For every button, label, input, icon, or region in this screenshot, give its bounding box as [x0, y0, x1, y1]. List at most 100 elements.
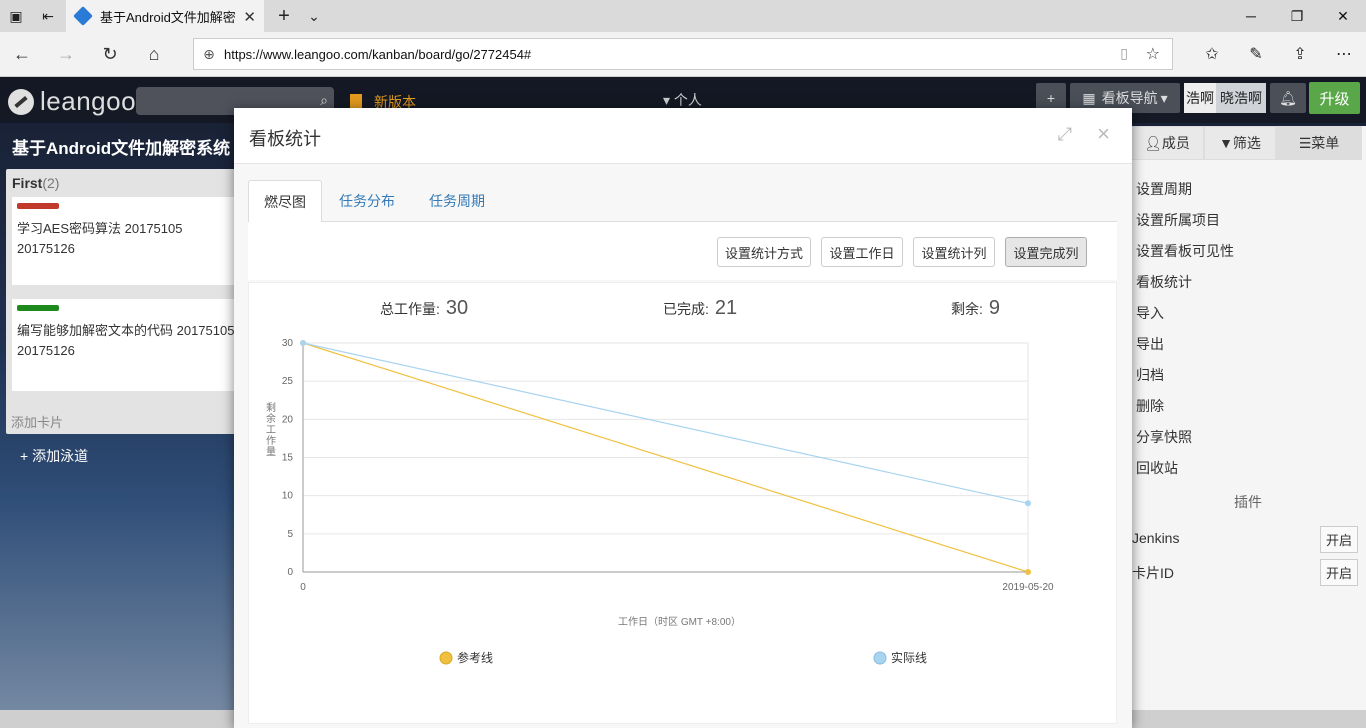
card[interactable]: 学习AES密码算法 20175105 20175126 — [12, 197, 242, 285]
y-tick-label: 20 — [282, 414, 294, 425]
browser-tab-title: 基于Android文件加解密 — [100, 9, 236, 25]
plus-icon: + — [20, 448, 29, 464]
plugin-card-id: 卡片ID 开启 — [1132, 559, 1362, 586]
restore-icon[interactable]: ❐ — [1274, 0, 1320, 32]
share-icon[interactable]: ⇪ — [1280, 38, 1320, 70]
legend-label: 参考线 — [457, 650, 493, 665]
y-tick-label: 5 — [287, 529, 293, 540]
card-label-bar — [17, 203, 59, 209]
expand-icon[interactable]: ⤢ — [1058, 124, 1072, 145]
modal-title: 看板统计 — [249, 129, 321, 149]
burndown-panel: 总工作量: 30 已完成: 21 剩余: 9 0 5 10 15 20 25 30 0 2019… — [248, 282, 1117, 724]
enable-button[interactable]: 开启 — [1319, 559, 1358, 586]
menu-item-visibility[interactable]: 设置看板可见性 — [1136, 241, 1234, 261]
grid-icon: ▦ — [1082, 89, 1096, 106]
new-tab-icon[interactable]: + — [268, 0, 300, 32]
card[interactable]: 编写能够加解密文本的代码 20175105 20175126 — [12, 299, 242, 391]
legend-marker — [439, 651, 453, 665]
x-tick-label: 2019-05-20 — [1002, 582, 1054, 593]
menu-item-board-stats[interactable]: 看板统计 — [1136, 272, 1192, 292]
menu-item-export[interactable]: 导出 — [1136, 334, 1164, 354]
tab-task-cycle[interactable]: 任务周期 — [414, 180, 500, 222]
tab-filter-label: 筛选 — [1232, 135, 1261, 151]
upgrade-button[interactable]: 升级 — [1309, 82, 1360, 114]
tab-actions-icon[interactable]: ▣ — [0, 0, 32, 32]
series-line — [302, 342, 1029, 504]
set-workday-button[interactable]: 设置工作日 — [821, 237, 903, 267]
lane-count: (2) — [42, 175, 60, 191]
right-panel-tabs: 👤︎ 成员 ▼ 筛选 ☰ 菜单 — [1130, 126, 1366, 160]
menu-icon: ☰ — [1298, 134, 1312, 151]
url-field[interactable]: ⊕ https://www.leangoo.com/kanban/board/g… — [193, 38, 1173, 70]
minimize-icon[interactable]: ─ — [1228, 0, 1274, 32]
add-lane-link[interactable]: + 添加泳道 — [20, 446, 88, 466]
tab-list-chevron-icon[interactable]: ⌄ — [298, 0, 330, 32]
set-done-column-button[interactable]: 设置完成列 — [1005, 237, 1087, 267]
board-stats-modal: 看板统计 ⤢ × 燃尽图 任务分布 任务周期 设置统计方式 设置工作日 设置统计… — [234, 108, 1132, 728]
menu-item-delete[interactable]: 删除 — [1136, 396, 1164, 416]
modal-header: 看板统计 ⤢ × — [234, 108, 1132, 164]
forward-icon[interactable]: → — [48, 38, 84, 70]
url-text: https://www.leangoo.com/kanban/board/go/… — [224, 46, 532, 62]
favorites-icon[interactable]: ✩ — [1192, 38, 1232, 70]
user-icon: 👤︎ — [1144, 134, 1162, 151]
leangoo-logo[interactable]: leangoo — [8, 86, 136, 117]
tab-members[interactable]: 👤︎ 成员 — [1130, 126, 1204, 160]
more-icon[interactable]: ⋯ — [1324, 38, 1364, 70]
lane-header[interactable]: First(2) — [12, 175, 59, 191]
board-nav-label: 看板导航 — [1101, 90, 1158, 106]
tab-task-distribution[interactable]: 任务分布 — [324, 180, 410, 222]
personal-dropdown[interactable]: ▾ 个人 — [663, 90, 702, 110]
browser-tab-bar: ▣ ⇤ 基于Android文件加解密 ✕ + ⌄ ─ ❐ ✕ — [0, 0, 1366, 32]
board-title: 基于Android文件加解密系统 — [12, 139, 231, 158]
plugin-jenkins: Jenkins 开启 — [1132, 526, 1362, 553]
y-tick-label: 10 — [282, 491, 294, 502]
legend-label: 实际线 — [891, 650, 927, 665]
pen-icon[interactable]: ✎ — [1236, 38, 1276, 70]
filter-icon: ▼ — [1219, 135, 1233, 151]
swimlane-first: First(2) 学习AES密码算法 20175105 20175126 编写能… — [6, 169, 246, 434]
plugin-name: Jenkins — [1132, 530, 1180, 546]
tab-burndown[interactable]: 燃尽图 — [248, 180, 322, 223]
logo-text: leangoo — [40, 86, 137, 116]
user-name[interactable]: 晓浩啊 — [1216, 83, 1266, 113]
avatar[interactable]: 浩啊 — [1184, 83, 1216, 113]
data-point — [300, 340, 306, 346]
close-icon[interactable]: × — [1097, 121, 1110, 147]
tabs-aside-icon[interactable]: ⇤ — [32, 0, 64, 32]
x-axis-label: 工作日（时区 GMT +8:00） — [618, 616, 741, 628]
set-stat-column-button[interactable]: 设置统计列 — [913, 237, 995, 267]
reading-view-icon[interactable]: ▯ — [1120, 45, 1128, 62]
bell-icon[interactable]: 🔔︎ — [1270, 83, 1306, 113]
y-tick-label: 25 — [282, 376, 294, 387]
favorite-star-icon[interactable]: ☆ — [1146, 44, 1160, 64]
menu-item-import[interactable]: 导入 — [1136, 303, 1164, 323]
close-tab-icon[interactable]: ✕ — [243, 8, 256, 26]
y-tick-label: 0 — [287, 567, 293, 578]
leangoo-logo-icon — [8, 88, 34, 115]
legend-marker — [873, 651, 887, 665]
enable-button[interactable]: 开启 — [1319, 526, 1358, 553]
window-close-icon[interactable]: ✕ — [1320, 0, 1366, 32]
refresh-icon[interactable]: ↻ — [92, 38, 128, 70]
add-card-link[interactable]: 添加卡片 — [11, 412, 63, 431]
menu-item-set-cycle[interactable]: 设置周期 — [1136, 179, 1192, 199]
search-icon[interactable]: ⌕ — [320, 92, 328, 109]
lane-name: First — [12, 175, 43, 191]
browser-tab[interactable]: 基于Android文件加解密 ✕ — [66, 0, 264, 32]
menu-item-set-project[interactable]: 设置所属项目 — [1136, 210, 1220, 230]
tab-menu[interactable]: ☰ 菜单 — [1276, 126, 1362, 160]
y-axis-label: 剩余工作量 — [266, 401, 276, 458]
home-icon[interactable]: ⌂ — [136, 38, 172, 70]
add-lane-label: 添加泳道 — [32, 448, 89, 464]
plugins-heading: 插件 — [1234, 494, 1262, 510]
set-stat-method-button[interactable]: 设置统计方式 — [717, 237, 811, 267]
right-menu-panel: 👤︎ 成员 ▼ 筛选 ☰ 菜单 设置周期 设置所属项目 设置看板可见性 看板统计 导入… — [1130, 126, 1366, 716]
menu-item-archive[interactable]: 归档 — [1136, 365, 1164, 385]
back-icon[interactable]: ← — [4, 38, 40, 70]
menu-item-recycle-bin[interactable]: 回收站 — [1136, 458, 1178, 478]
modal-body: 燃尽图 任务分布 任务周期 设置统计方式 设置工作日 设置统计列 设置完成列 总… — [234, 164, 1132, 728]
stats-tabs: 燃尽图 任务分布 任务周期 — [248, 180, 1117, 223]
tab-filter[interactable]: ▼ 筛选 — [1204, 126, 1276, 160]
menu-item-snapshot[interactable]: 分享快照 — [1136, 427, 1192, 447]
